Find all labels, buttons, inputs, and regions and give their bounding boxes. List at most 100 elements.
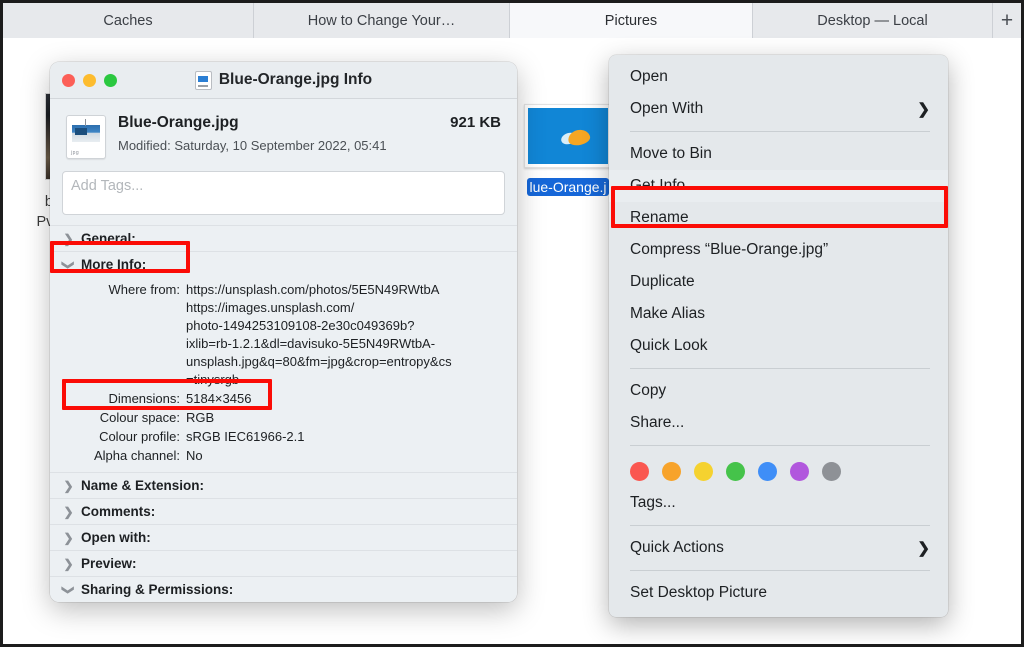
section-label: Preview:	[81, 556, 137, 571]
menu-item-make-alias[interactable]: Make Alias	[609, 298, 948, 330]
tab-desktop-local[interactable]: Desktop — Local	[753, 3, 993, 38]
new-tab-button[interactable]: +	[993, 3, 1021, 38]
menu-item-compress[interactable]: Compress “Blue-Orange.jpg”	[609, 234, 948, 266]
screenshot-root: Caches How to Change Your… Pictures Desk…	[0, 0, 1024, 647]
minimize-icon[interactable]	[83, 73, 96, 87]
info-window-title: Blue-Orange.jpg Info	[218, 71, 373, 88]
window-controls	[62, 73, 117, 87]
more-info-details: Where from: https://unsplash.com/photos/…	[50, 277, 517, 472]
tag-color-red[interactable]	[630, 462, 649, 481]
file-label-selected: lue-Orange.j	[527, 178, 609, 196]
menu-item-label: Open	[630, 68, 668, 85]
section-name-extension[interactable]: ❯ Name & Extension:	[50, 472, 517, 498]
file-label-selected-wrap: lue-Orange.j	[513, 168, 623, 201]
menu-item-label: Tags...	[630, 494, 676, 511]
section-preview[interactable]: ❯ Preview:	[50, 550, 517, 576]
menu-item-quick-look[interactable]: Quick Look	[609, 330, 948, 362]
jpg-file-icon	[194, 70, 212, 90]
tab-pictures[interactable]: Pictures	[510, 3, 753, 38]
section-label: Sharing & Permissions:	[81, 582, 234, 597]
file-thumbnail-image	[528, 108, 608, 164]
maximize-icon[interactable]	[104, 73, 117, 87]
file-preview-stem	[85, 119, 86, 126]
tag-color-yellow[interactable]	[694, 462, 713, 481]
info-window-title-group: Blue-Orange.jpg Info	[50, 62, 517, 98]
menu-item-label: Duplicate	[630, 273, 695, 290]
tab-how-to-change-your[interactable]: How to Change Your…	[254, 3, 510, 38]
close-icon[interactable]	[62, 73, 75, 87]
file-type-caption: jpg	[71, 150, 80, 156]
file-item-blue-orange[interactable]: lue-Orange.j	[513, 100, 623, 201]
info-header-row: jpg Blue-Orange.jpg Modified: Saturday, …	[50, 99, 517, 169]
menu-item-quick-actions[interactable]: Quick Actions ❯	[609, 532, 948, 564]
tab-label: How to Change Your…	[307, 12, 456, 29]
tag-color-blue[interactable]	[758, 462, 777, 481]
section-label: Open with:	[81, 530, 151, 545]
tab-caches[interactable]: Caches	[3, 3, 254, 38]
menu-separator	[630, 445, 930, 446]
tab-label: Caches	[103, 12, 153, 29]
chevron-right-icon: ❯	[63, 556, 74, 571]
detail-row-colour-profile: Colour profile: sRGB IEC61966-2.1	[62, 428, 505, 446]
info-file-size: 921 KB	[450, 114, 501, 131]
menu-item-label: Make Alias	[630, 305, 705, 322]
menu-item-label: Copy	[630, 382, 667, 399]
context-menu: Open Open With ❯ Move to Bin Get Info Re…	[609, 55, 948, 617]
chevron-right-icon: ❯	[63, 530, 74, 545]
menu-separator	[630, 131, 930, 132]
section-open-with[interactable]: ❯ Open with:	[50, 524, 517, 550]
section-comments[interactable]: ❯ Comments:	[50, 498, 517, 524]
detail-value: https://unsplash.com/photos/5E5N49RWtbA …	[186, 281, 505, 389]
tag-color-green[interactable]	[726, 462, 745, 481]
menu-separator	[630, 368, 930, 369]
info-header-text: Blue-Orange.jpg Modified: Saturday, 10 S…	[118, 113, 442, 155]
menu-separator	[630, 525, 930, 526]
tag-color-orange[interactable]	[662, 462, 681, 481]
file-thumbnail-frame	[524, 104, 612, 168]
add-tags-placeholder: Add Tags...	[71, 178, 144, 194]
detail-row-alpha-channel: Alpha channel: No	[62, 447, 505, 465]
tag-color-grey[interactable]	[822, 462, 841, 481]
tag-color-swatches	[609, 452, 948, 487]
menu-item-share[interactable]: Share...	[609, 407, 948, 439]
tag-color-purple[interactable]	[790, 462, 809, 481]
info-modified-date: Modified: Saturday, 10 September 2022, 0…	[118, 138, 387, 153]
tab-label: Pictures	[604, 12, 658, 29]
detail-value: sRGB IEC61966-2.1	[186, 429, 305, 444]
menu-item-duplicate[interactable]: Duplicate	[609, 266, 948, 298]
menu-item-tags[interactable]: Tags...	[609, 487, 948, 519]
add-tags-input[interactable]: Add Tags...	[62, 171, 505, 215]
info-window-titlebar[interactable]: Blue-Orange.jpg Info	[50, 62, 517, 99]
file-preview-thumbnail	[72, 125, 100, 142]
chevron-right-icon: ❯	[917, 540, 930, 557]
detail-value-line: https://images.unsplash.com/	[186, 300, 355, 315]
menu-item-copy[interactable]: Copy	[609, 375, 948, 407]
section-sharing-permissions[interactable]: ❯ Sharing & Permissions:	[50, 576, 517, 602]
plus-icon: +	[1000, 8, 1014, 32]
detail-label: Colour space:	[99, 410, 180, 425]
tab-label: Desktop — Local	[817, 12, 928, 29]
annotation-box-more-info	[50, 241, 190, 273]
menu-item-open[interactable]: Open	[609, 61, 948, 93]
info-file-name: Blue-Orange.jpg	[118, 114, 239, 131]
menu-item-label: Share...	[630, 414, 685, 431]
menu-separator	[630, 570, 930, 571]
menu-item-label: Compress “Blue-Orange.jpg”	[630, 241, 829, 258]
chevron-right-icon: ❯	[63, 478, 74, 493]
chevron-right-icon: ❯	[63, 504, 74, 519]
detail-value: RGB	[186, 410, 215, 425]
section-label: Name & Extension:	[81, 478, 205, 493]
detail-row-where-from: Where from: https://unsplash.com/photos/…	[62, 281, 505, 389]
annotation-box-get-info	[611, 186, 948, 228]
menu-item-label: Quick Actions	[630, 539, 724, 556]
menu-item-open-with[interactable]: Open With ❯	[609, 93, 948, 125]
file-preview-icon[interactable]: jpg	[66, 115, 106, 159]
annotation-box-dimensions	[62, 379, 272, 410]
detail-row-colour-space: Colour space: RGB	[62, 409, 505, 427]
menu-item-move-to-bin[interactable]: Move to Bin	[609, 138, 948, 170]
detail-label: Where from:	[108, 282, 180, 297]
detail-value-line: ixlib=rb-1.2.1&dl=davisuko-5E5N49RWtbA-	[186, 336, 436, 351]
detail-value-line: photo-1494253109108-2e30c049369b?	[186, 318, 415, 333]
menu-item-set-desktop-picture[interactable]: Set Desktop Picture	[609, 577, 948, 609]
detail-label: Alpha channel:	[93, 448, 180, 463]
